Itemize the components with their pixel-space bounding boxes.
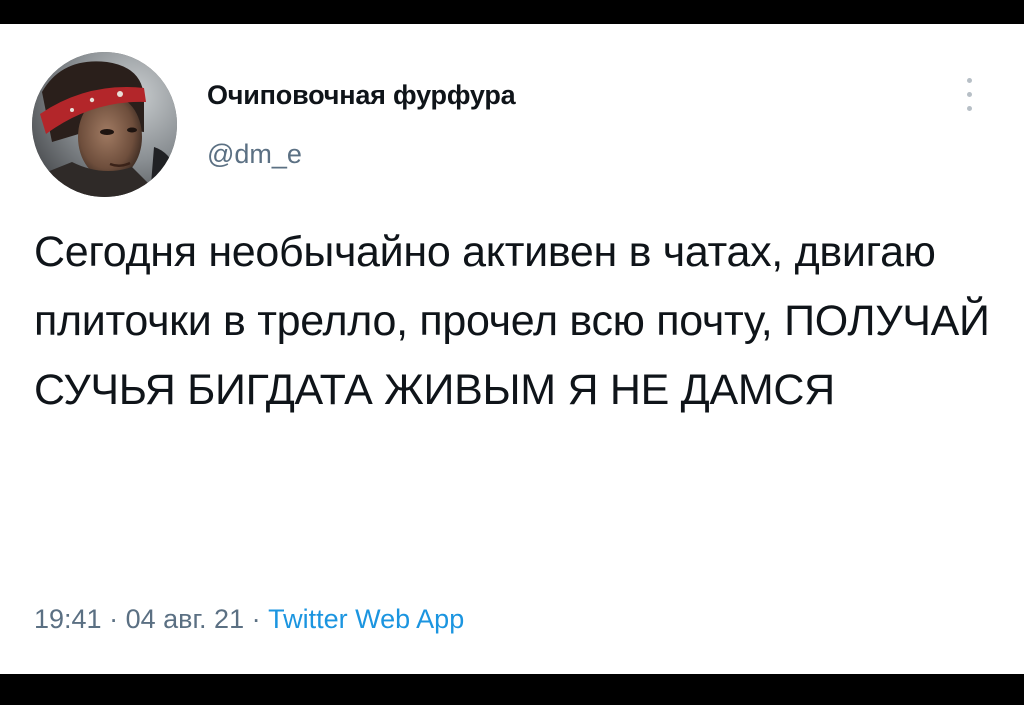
tweet-text: Сегодня необычайно активен в чатах, двиг… — [34, 228, 990, 414]
meta-separator: · — [109, 604, 119, 634]
tweet-card: Очиповочная фурфура @dm_e Сегодня необыч… — [0, 24, 1024, 674]
screenshot-frame: Очиповочная фурфура @dm_e Сегодня необыч… — [0, 0, 1024, 705]
avatar-photo — [32, 52, 177, 197]
more-options-icon[interactable] — [958, 74, 982, 118]
more-dot — [967, 92, 972, 97]
author-name[interactable]: Очиповочная фурфура — [207, 80, 516, 111]
tweet-meta: 19:41 · 04 авг. 21 · Twitter Web App — [34, 604, 464, 635]
more-dot — [967, 78, 972, 83]
author-handle[interactable]: @dm_e — [207, 139, 302, 170]
tweet-time[interactable]: 19:41 — [34, 604, 102, 634]
author-avatar[interactable] — [32, 52, 177, 197]
tweet-source-link[interactable]: Twitter Web App — [268, 604, 464, 634]
more-dot — [967, 106, 972, 111]
meta-separator: · — [251, 604, 261, 634]
tweet-date[interactable]: 04 авг. 21 — [126, 604, 244, 634]
